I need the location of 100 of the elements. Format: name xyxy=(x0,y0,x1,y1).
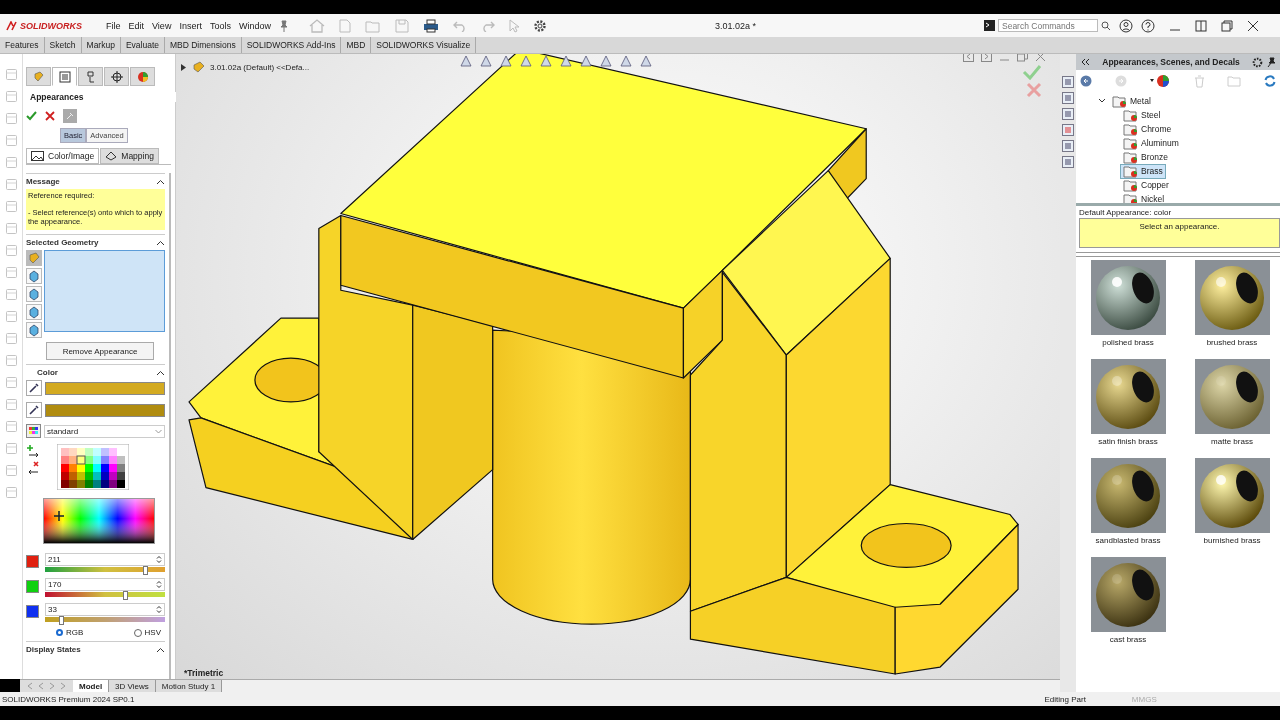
library-folder[interactable]: Chrome xyxy=(1120,121,1175,137)
slider-track[interactable] xyxy=(45,567,165,572)
color-swatch[interactable] xyxy=(45,381,165,395)
command-tab[interactable]: MBD xyxy=(341,37,372,53)
panel-right-icon[interactable] xyxy=(981,54,992,62)
expand-arrow-icon[interactable] xyxy=(180,63,187,71)
palette-icon[interactable] xyxy=(26,424,41,438)
selection-filter-icon[interactable] xyxy=(26,286,42,302)
menu-item[interactable]: Edit xyxy=(128,20,145,31)
manager-tab[interactable] xyxy=(104,67,129,86)
task-pane-tab-icon[interactable] xyxy=(1062,156,1074,168)
material-sphere-thumbnail[interactable] xyxy=(1090,260,1166,335)
color-palette-grid[interactable] xyxy=(57,444,129,490)
remove-color-icon[interactable] xyxy=(26,461,40,475)
menu-item[interactable]: View xyxy=(152,20,172,31)
model-tab[interactable]: Motion Study 1 xyxy=(155,680,223,692)
collapse-caret-icon[interactable] xyxy=(156,239,165,246)
help-icon[interactable] xyxy=(1141,18,1155,33)
material-sphere-thumbnail[interactable] xyxy=(1194,260,1270,335)
material-sphere-thumbnail[interactable] xyxy=(1090,359,1166,434)
search-field[interactable]: Search Commands xyxy=(998,19,1098,32)
library-folder[interactable]: Nickel xyxy=(1120,191,1168,203)
selection-filter-icon[interactable] xyxy=(26,250,42,266)
task-pane-tab-icon[interactable] xyxy=(1062,108,1074,120)
library-folder[interactable]: Bronze xyxy=(1120,149,1171,165)
command-tab[interactable]: Features xyxy=(0,37,45,53)
collapse-caret-icon[interactable] xyxy=(156,646,165,653)
eyedropper-button[interactable] xyxy=(26,380,42,396)
material-sphere-thumbnail[interactable] xyxy=(1194,359,1270,434)
manager-tab[interactable] xyxy=(130,67,155,86)
tile-icon[interactable] xyxy=(1195,19,1207,32)
eyedropper-button[interactable] xyxy=(26,402,42,418)
radio-button[interactable]: RGB xyxy=(56,628,84,637)
task-pane-tab-icon[interactable] xyxy=(1062,140,1074,152)
value-spinner[interactable]: 170 xyxy=(45,578,165,591)
library-folder[interactable]: Copper xyxy=(1120,177,1172,193)
property-tab[interactable]: Mapping xyxy=(100,148,159,164)
command-tab[interactable]: Markup xyxy=(81,37,121,53)
task-pane-tab-icon[interactable] xyxy=(1062,124,1074,136)
pin-icon[interactable] xyxy=(278,19,289,32)
back-icon[interactable] xyxy=(1080,75,1092,87)
selection-filter-icon[interactable] xyxy=(26,304,42,320)
cursor-icon[interactable] xyxy=(508,18,519,33)
appearance-menu-icon[interactable] xyxy=(1149,74,1172,88)
command-tab[interactable]: Evaluate xyxy=(120,37,165,53)
undo-icon[interactable] xyxy=(452,19,467,32)
material-sphere-thumbnail[interactable] xyxy=(1194,458,1270,533)
radio-button[interactable]: HSV xyxy=(133,628,161,637)
redo-icon[interactable] xyxy=(480,19,495,32)
graphics-viewport[interactable]: 3.01.02a (Default) <<Defa... *Trimetric xyxy=(176,54,1060,679)
slider-track[interactable] xyxy=(45,617,165,622)
collapse-caret-icon[interactable] xyxy=(156,369,165,376)
menu-item[interactable]: Tools xyxy=(209,20,231,31)
selection-filter-icon[interactable] xyxy=(26,268,42,284)
slider-track[interactable] xyxy=(45,592,165,597)
confirm-check-icon[interactable] xyxy=(1022,64,1042,80)
pin-icon[interactable] xyxy=(1267,57,1276,67)
close-icon[interactable] xyxy=(1247,19,1259,32)
command-tab[interactable]: MBD Dimensions xyxy=(165,37,242,53)
library-folder[interactable]: Brass xyxy=(1120,163,1166,179)
gear-icon[interactable] xyxy=(532,18,547,33)
library-folder[interactable]: Aluminum xyxy=(1120,135,1182,151)
restore-icon[interactable] xyxy=(1017,54,1028,62)
command-tab[interactable]: SOLIDWORKS Visualize xyxy=(371,37,477,53)
selection-filter-icon[interactable] xyxy=(26,322,42,338)
expanded-caret-icon[interactable] xyxy=(1098,98,1106,104)
model-tab[interactable]: Model xyxy=(73,680,110,692)
library-folder[interactable]: Steel xyxy=(1120,107,1164,123)
add-color-icon[interactable] xyxy=(26,444,40,458)
restore-icon[interactable] xyxy=(1221,19,1233,32)
command-tab[interactable]: Sketch xyxy=(44,37,82,53)
value-spinner[interactable]: 211 xyxy=(45,553,165,566)
remove-appearance-button[interactable]: Remove Appearance xyxy=(46,342,154,360)
refresh-icon[interactable] xyxy=(1263,75,1276,87)
ok-check-icon[interactable] xyxy=(26,111,37,121)
task-pane-tab-icon[interactable] xyxy=(1062,92,1074,104)
collapse-icon[interactable] xyxy=(1080,58,1090,66)
palette-dropdown[interactable]: standard xyxy=(44,424,165,438)
user-icon[interactable] xyxy=(1119,18,1133,33)
property-tab[interactable]: Color/Image xyxy=(26,148,100,164)
slider-thumb[interactable] xyxy=(58,616,64,625)
value-spinner[interactable]: 33 xyxy=(45,603,165,616)
task-pane-tab-icon[interactable] xyxy=(1062,76,1074,88)
slider-thumb[interactable] xyxy=(123,591,129,600)
panel-left-icon[interactable] xyxy=(963,54,974,62)
color-spectrum-picker[interactable] xyxy=(43,498,155,544)
material-sphere-thumbnail[interactable] xyxy=(1090,557,1166,632)
slider-thumb[interactable] xyxy=(142,566,148,575)
pushpin-button[interactable] xyxy=(63,109,77,123)
material-sphere-thumbnail[interactable] xyxy=(1090,458,1166,533)
cancel-icon[interactable] xyxy=(45,111,55,121)
model-tab[interactable]: 3D Views xyxy=(109,680,156,692)
gear-icon[interactable] xyxy=(1252,56,1263,68)
collapse-caret-icon[interactable] xyxy=(156,178,165,185)
color-swatch[interactable] xyxy=(45,403,165,417)
printer-icon[interactable] xyxy=(422,18,439,33)
feature-tree-root[interactable]: 3.01.02a (Default) <<Defa... xyxy=(210,62,310,72)
command-tab[interactable]: SOLIDWORKS Add-Ins xyxy=(241,37,342,53)
menu-item[interactable]: Insert xyxy=(179,20,202,31)
menu-item[interactable]: Window xyxy=(238,20,271,31)
